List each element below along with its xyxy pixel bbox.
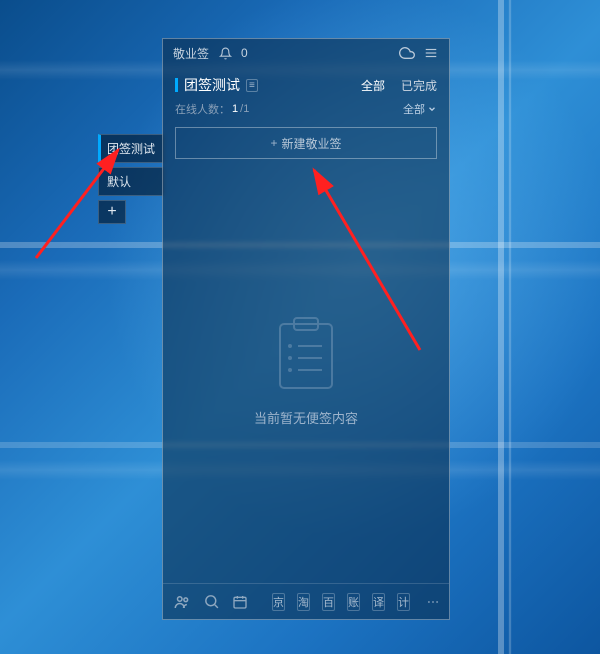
shortcut-taobao[interactable]: 淘: [297, 593, 310, 611]
notification-count: 0: [241, 46, 248, 60]
category-tab-team[interactable]: 团签测试: [98, 134, 164, 163]
app-window: 敬业签 0 团签测试 ≡ 全部 已完成 在线人数： 1 / 1: [162, 38, 450, 620]
filter-all[interactable]: 全部: [361, 77, 385, 94]
shortcut-baidu[interactable]: 百: [322, 593, 335, 611]
list-mode-icon[interactable]: ≡: [246, 79, 258, 92]
empty-state-text: 当前暂无便签内容: [254, 408, 358, 427]
shortcut-translate[interactable]: 译: [372, 593, 385, 611]
window-titlebar: 敬业签 0: [163, 39, 449, 67]
category-tab-default[interactable]: 默认: [98, 167, 164, 196]
online-current: 1: [232, 103, 238, 115]
shortcut-account[interactable]: 账: [347, 593, 360, 611]
scope-dropdown[interactable]: 全部: [403, 101, 437, 117]
clipboard-icon: [274, 316, 338, 392]
chevron-down-icon: [427, 104, 437, 114]
filter-done[interactable]: 已完成: [401, 77, 437, 94]
add-category-button[interactable]: +: [98, 200, 126, 224]
shortcut-jd[interactable]: 京: [272, 593, 285, 611]
calendar-icon[interactable]: [232, 593, 248, 611]
scope-dropdown-label: 全部: [403, 101, 425, 117]
category-tabs: 团签测试 默认 +: [98, 134, 164, 228]
more-icon[interactable]: [426, 593, 440, 611]
panel-subheader: 在线人数： 1 / 1 全部: [163, 99, 449, 125]
search-icon[interactable]: [203, 593, 220, 611]
app-name: 敬业签: [173, 45, 209, 62]
cloud-sync-icon[interactable]: [399, 45, 415, 61]
app-footer: 京 淘 百 账 译 计: [163, 583, 449, 619]
panel-header: 团签测试 ≡ 全部 已完成: [163, 67, 449, 99]
panel-title: 团签测试: [184, 75, 240, 95]
menu-icon[interactable]: [423, 45, 439, 61]
notes-list-empty: 当前暂无便签内容: [163, 159, 449, 583]
bg-line: [498, 0, 504, 654]
online-label: 在线人数：: [175, 101, 230, 117]
shortcut-calc[interactable]: 计: [397, 593, 410, 611]
bell-icon[interactable]: [217, 45, 233, 61]
new-note-button[interactable]: + 新建敬业签: [175, 127, 437, 159]
plus-icon: +: [270, 136, 277, 150]
title-accent: [175, 78, 178, 92]
new-note-label: 新建敬业签: [282, 135, 342, 152]
online-total: 1: [243, 103, 249, 115]
contacts-icon[interactable]: [173, 593, 191, 611]
